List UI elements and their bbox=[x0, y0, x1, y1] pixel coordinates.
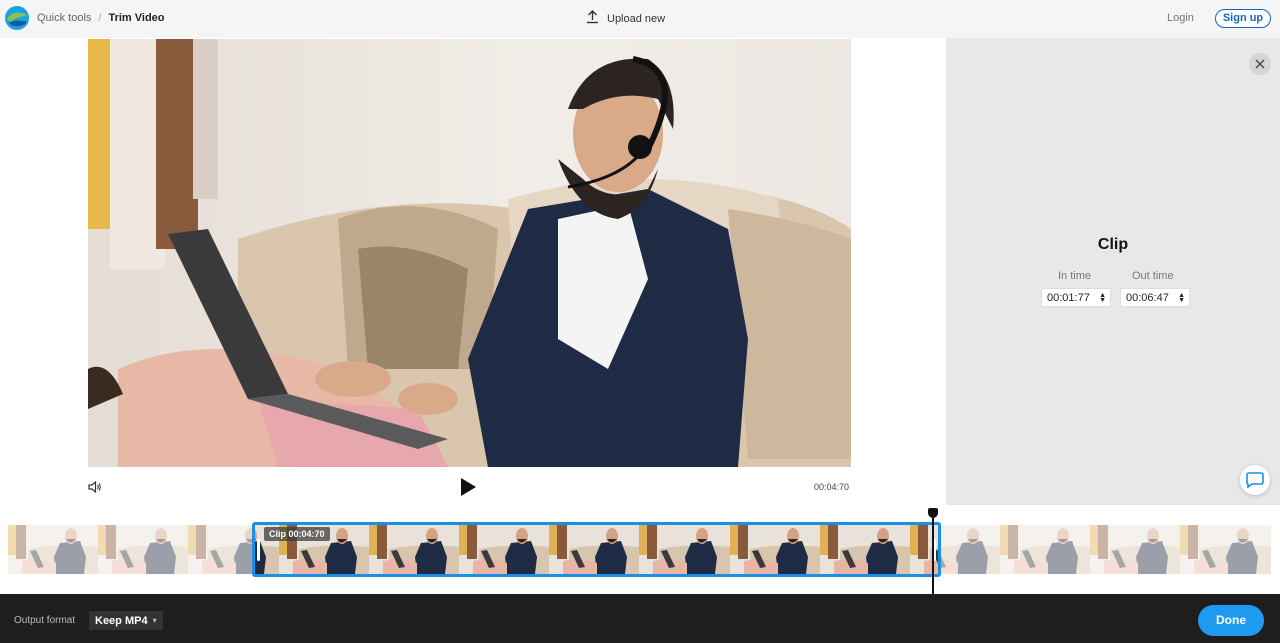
in-time-input[interactable]: 00:01:77 ▲ ▼ bbox=[1041, 288, 1111, 307]
close-icon[interactable] bbox=[1249, 53, 1271, 75]
breadcrumb-quick-tools[interactable]: Quick tools bbox=[37, 12, 91, 24]
playhead-handle[interactable] bbox=[928, 508, 938, 518]
current-time: 00:04:70 bbox=[814, 482, 850, 492]
timeline-dim-left bbox=[8, 525, 252, 574]
out-time-value: 00:06:47 bbox=[1126, 291, 1169, 304]
trim-handle-left[interactable] bbox=[257, 539, 260, 561]
video-player: 00:04:70 bbox=[0, 38, 946, 505]
clip-selection[interactable]: Clip 00:04:70 bbox=[252, 522, 941, 577]
breadcrumb: Quick tools / Trim Video bbox=[37, 12, 165, 24]
volume-icon[interactable] bbox=[88, 480, 102, 494]
chevron-down-icon: ▾ bbox=[152, 616, 157, 625]
video-preview[interactable] bbox=[88, 39, 851, 467]
timeline-dim-right bbox=[941, 525, 1271, 574]
breadcrumb-trim-video: Trim Video bbox=[108, 12, 165, 24]
breadcrumb-separator: / bbox=[98, 12, 102, 24]
chat-icon[interactable] bbox=[1240, 465, 1270, 495]
clip-duration-badge: Clip 00:04:70 bbox=[264, 527, 330, 541]
output-format-value: Keep MP4 bbox=[95, 614, 148, 627]
in-time-value: 00:01:77 bbox=[1047, 291, 1090, 304]
upload-new-label: Upload new bbox=[607, 12, 666, 25]
signup-button[interactable]: Sign up bbox=[1215, 9, 1271, 28]
upload-new-button[interactable]: Upload new bbox=[586, 10, 665, 27]
out-time-label: Out time bbox=[1132, 270, 1174, 282]
spinner-arrows-icon[interactable]: ▲ ▼ bbox=[1178, 292, 1185, 304]
output-format-select[interactable]: Keep MP4 ▾ bbox=[89, 611, 163, 630]
player-controls: 00:04:70 bbox=[0, 471, 946, 505]
output-format-label: Output format bbox=[14, 615, 76, 626]
playhead[interactable] bbox=[932, 513, 934, 594]
play-icon[interactable] bbox=[458, 477, 478, 497]
out-time-input[interactable]: 00:06:47 ▲ ▼ bbox=[1120, 288, 1190, 307]
bottom-bar: Output format Keep MP4 ▾ Done bbox=[0, 594, 1280, 643]
login-link[interactable]: Login bbox=[1167, 12, 1194, 24]
upload-icon bbox=[586, 10, 599, 27]
timeline[interactable]: Clip 00:04:70 bbox=[0, 505, 1280, 594]
in-time-label: In time bbox=[1058, 270, 1092, 282]
clip-title: Clip bbox=[1097, 236, 1129, 253]
logo-icon[interactable] bbox=[4, 5, 30, 31]
done-button[interactable]: Done bbox=[1198, 605, 1264, 636]
clip-panel: Clip In time Out time 00:01:77 ▲ ▼ 00:06:… bbox=[946, 38, 1280, 505]
spinner-arrows-icon[interactable]: ▲ ▼ bbox=[1099, 292, 1106, 304]
top-bar: Quick tools / Trim Video Upload new Logi… bbox=[0, 0, 1280, 38]
